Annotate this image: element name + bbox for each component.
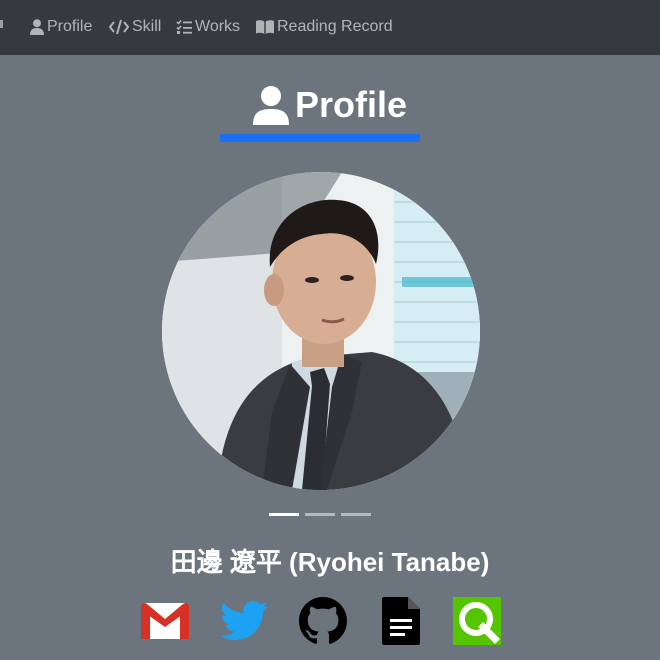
user-icon [252, 85, 289, 125]
social-links [0, 596, 660, 650]
carousel-indicators [269, 513, 371, 516]
twitter-icon [220, 600, 268, 646]
nav-item-label: Works [195, 18, 241, 35]
github-link[interactable] [298, 596, 348, 650]
qiita-icon [453, 596, 501, 650]
nav-item-profile[interactable]: Profile [30, 17, 92, 37]
gmail-link[interactable] [140, 598, 190, 648]
book-icon [256, 19, 274, 35]
section-heading: Profile [0, 80, 660, 130]
document-icon [382, 596, 420, 650]
nav-item-reading-record[interactable]: Reading Record [256, 17, 393, 37]
nav-item-works[interactable]: Works [176, 17, 240, 37]
carousel-indicator-3[interactable] [341, 513, 371, 516]
profile-photo [162, 172, 480, 490]
section-title: Profile [294, 84, 408, 125]
navbar: Profile Skill Works Reading Record [0, 0, 660, 55]
section-title-underline [220, 134, 420, 142]
document-link[interactable] [376, 596, 426, 650]
carousel-indicator-2[interactable] [305, 513, 335, 516]
nav-item-label: Skill [132, 18, 162, 35]
carousel-indicator-1[interactable] [269, 513, 299, 516]
user-icon [30, 19, 44, 35]
person-name: 田邊 遼平 (Ryohei Tanabe) [170, 547, 490, 577]
nav-item-skill[interactable]: Skill [109, 17, 161, 37]
nav-item-label: Profile [47, 18, 93, 35]
code-icon [109, 19, 129, 35]
qiita-link[interactable] [452, 596, 502, 650]
github-icon [299, 596, 347, 650]
gmail-icon [141, 602, 189, 644]
twitter-link[interactable] [219, 598, 269, 648]
nav-item-label: Reading Record [277, 18, 393, 35]
tasks-icon [176, 19, 192, 35]
navbar-toggle-edge[interactable] [0, 20, 3, 28]
